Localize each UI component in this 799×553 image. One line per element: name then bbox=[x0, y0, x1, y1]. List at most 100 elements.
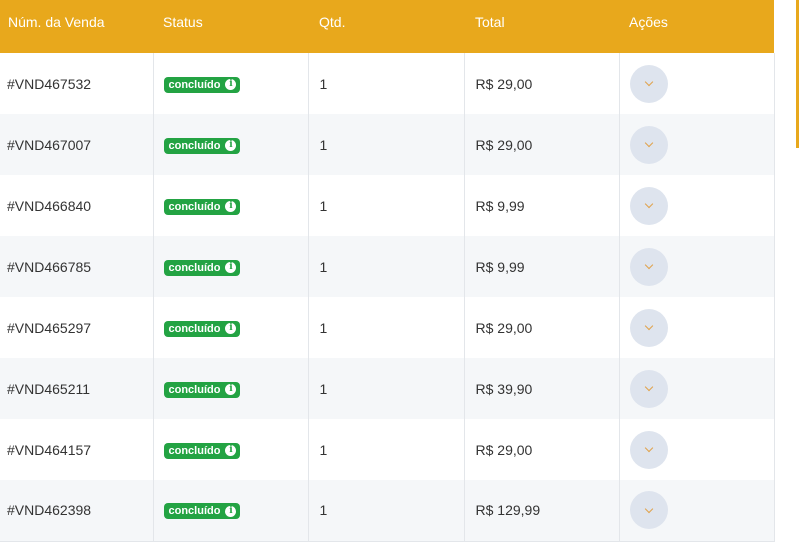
table-header: Núm. da Venda Status Qtd. Total Ações bbox=[0, 0, 774, 53]
expand-actions-button[interactable] bbox=[629, 308, 668, 347]
sale-status-cell: concluído i bbox=[153, 297, 309, 358]
sale-number: #VND466840 bbox=[0, 175, 154, 236]
sale-number: #VND465211 bbox=[0, 358, 154, 419]
expand-actions-button[interactable] bbox=[629, 186, 668, 225]
table-body: #VND467532 concluído i 1 R$ 29,00 #VND46… bbox=[0, 53, 775, 542]
info-icon[interactable]: i bbox=[225, 323, 237, 334]
header-status: Status bbox=[163, 14, 203, 30]
sale-actions-cell bbox=[619, 358, 775, 419]
status-badge-label: concluído bbox=[168, 383, 221, 396]
sales-page: Núm. da Venda Status Qtd. Total Ações #V… bbox=[0, 0, 799, 553]
sale-actions-cell bbox=[619, 236, 775, 297]
sale-total: R$ 29,00 bbox=[464, 53, 620, 114]
sale-number-text: #VND467007 bbox=[7, 136, 92, 153]
sale-total-text: R$ 9,99 bbox=[475, 197, 525, 214]
chevron-down-icon bbox=[644, 321, 653, 331]
expand-actions-button[interactable] bbox=[629, 247, 668, 286]
sale-number: #VND465297 bbox=[0, 297, 154, 358]
sale-actions-cell bbox=[619, 114, 775, 175]
chevron-down-icon bbox=[644, 443, 653, 453]
sale-quantity-text: 1 bbox=[319, 258, 328, 275]
expand-actions-button[interactable] bbox=[629, 491, 668, 530]
status-badge[interactable]: concluído i bbox=[163, 442, 241, 459]
chevron-down-icon bbox=[644, 199, 653, 209]
sale-total-text: R$ 129,99 bbox=[475, 502, 541, 519]
expand-actions-button[interactable] bbox=[629, 125, 668, 164]
sale-number: #VND464157 bbox=[0, 419, 154, 480]
sale-quantity-text: 1 bbox=[319, 380, 328, 397]
sale-actions-cell bbox=[619, 53, 775, 114]
sale-total-text: R$ 29,00 bbox=[475, 75, 533, 92]
sale-status-cell: concluído i bbox=[153, 175, 309, 236]
status-badge[interactable]: concluído i bbox=[163, 259, 241, 276]
sale-quantity: 1 bbox=[308, 114, 465, 175]
status-badge-label: concluído bbox=[168, 322, 221, 335]
info-icon[interactable]: i bbox=[225, 262, 237, 273]
table-row: #VND462398 concluído i 1 R$ 129,99 bbox=[0, 480, 775, 542]
header-num-venda: Núm. da Venda bbox=[8, 14, 105, 30]
info-icon[interactable]: i bbox=[225, 201, 237, 212]
status-badge[interactable]: concluído i bbox=[163, 198, 241, 215]
info-icon[interactable]: i bbox=[225, 140, 237, 151]
table-row: #VND467007 concluído i 1 R$ 29,00 bbox=[0, 114, 775, 175]
info-icon[interactable]: i bbox=[225, 445, 237, 456]
expand-actions-button[interactable] bbox=[629, 369, 668, 408]
sale-number: #VND462398 bbox=[0, 480, 154, 542]
table-row: #VND465297 concluído i 1 R$ 29,00 bbox=[0, 297, 775, 358]
header-row: Núm. da Venda Status Qtd. Total Ações bbox=[0, 0, 774, 53]
sale-quantity: 1 bbox=[308, 175, 465, 236]
sale-actions-cell bbox=[619, 480, 775, 542]
info-icon[interactable]: i bbox=[225, 384, 237, 395]
sale-number-text: #VND464157 bbox=[7, 441, 92, 458]
sale-status-cell: concluído i bbox=[153, 114, 309, 175]
sale-status-cell: concluído i bbox=[153, 53, 309, 114]
sale-status-cell: concluído i bbox=[153, 236, 309, 297]
sale-total: R$ 9,99 bbox=[464, 236, 620, 297]
sale-total-text: R$ 39,90 bbox=[475, 380, 533, 397]
table-row: #VND467532 concluído i 1 R$ 29,00 bbox=[0, 53, 775, 114]
sale-total-text: R$ 29,00 bbox=[475, 136, 533, 153]
chevron-down-icon bbox=[644, 504, 653, 513]
chevron-down-icon bbox=[644, 77, 653, 87]
sale-number-text: #VND462398 bbox=[7, 502, 92, 519]
sale-actions-cell bbox=[619, 175, 775, 236]
sale-total: R$ 129,99 bbox=[464, 480, 620, 542]
sale-total-text: R$ 29,00 bbox=[475, 319, 533, 336]
sales-table: Núm. da Venda Status Qtd. Total Ações #V… bbox=[0, 0, 775, 542]
status-badge[interactable]: concluído i bbox=[163, 76, 241, 93]
sale-total: R$ 9,99 bbox=[464, 175, 620, 236]
status-badge-label: concluído bbox=[168, 78, 221, 91]
sale-total: R$ 29,00 bbox=[464, 297, 620, 358]
expand-actions-button[interactable] bbox=[629, 430, 668, 469]
sale-status-cell: concluído i bbox=[153, 358, 309, 419]
sale-number: #VND466785 bbox=[0, 236, 154, 297]
sale-quantity: 1 bbox=[308, 53, 465, 114]
header-total: Total bbox=[475, 14, 505, 30]
info-icon[interactable]: i bbox=[225, 79, 237, 90]
sale-quantity-text: 1 bbox=[319, 197, 328, 214]
sale-quantity-text: 1 bbox=[319, 441, 328, 458]
chevron-down-icon bbox=[644, 382, 653, 392]
header-qtd: Qtd. bbox=[319, 14, 346, 30]
sale-number: #VND467532 bbox=[0, 53, 154, 114]
status-badge-label: concluído bbox=[168, 505, 221, 518]
sale-quantity-text: 1 bbox=[319, 319, 328, 336]
sale-actions-cell bbox=[619, 297, 775, 358]
chevron-down-icon bbox=[644, 138, 653, 148]
table-row: #VND466840 concluído i 1 R$ 9,99 bbox=[0, 175, 775, 236]
status-badge[interactable]: concluído i bbox=[163, 320, 241, 337]
sale-quantity-text: 1 bbox=[319, 502, 328, 519]
expand-actions-button[interactable] bbox=[629, 64, 668, 103]
sale-total-text: R$ 9,99 bbox=[475, 258, 525, 275]
status-badge[interactable]: concluído i bbox=[163, 381, 241, 398]
sale-quantity-text: 1 bbox=[319, 75, 328, 92]
table-row: #VND464157 concluído i 1 R$ 29,00 bbox=[0, 419, 775, 480]
sale-number: #VND467007 bbox=[0, 114, 154, 175]
sale-total: R$ 29,00 bbox=[464, 114, 620, 175]
info-icon[interactable]: i bbox=[225, 505, 237, 517]
sale-quantity-text: 1 bbox=[319, 136, 328, 153]
sale-number-text: #VND465211 bbox=[7, 380, 91, 397]
status-badge[interactable]: concluído i bbox=[163, 503, 241, 520]
status-badge[interactable]: concluído i bbox=[163, 137, 241, 154]
sale-quantity: 1 bbox=[308, 419, 465, 480]
